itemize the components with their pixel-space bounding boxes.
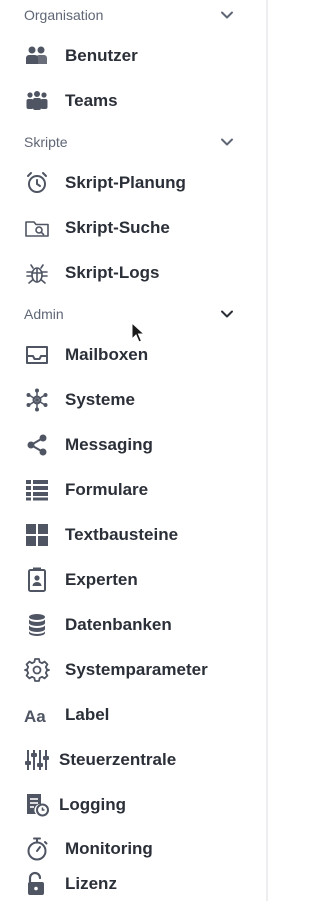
mouse-cursor-icon (131, 322, 145, 344)
sidebar-item-label: Lizenz (65, 874, 117, 893)
sidebar-item-label: Systemparameter (65, 660, 208, 679)
sidebar-item-formulare[interactable]: Formulare (0, 471, 268, 509)
form-list-icon (24, 477, 50, 503)
bug-icon (24, 260, 50, 286)
gear-icon (24, 657, 50, 683)
sidebar-item-messaging[interactable]: Messaging (0, 426, 268, 464)
sidebar-item-steuerzentrale[interactable]: Steuerzentrale (0, 741, 268, 779)
sidebar-item-label: Logging (59, 795, 127, 814)
chevron-down-icon[interactable] (218, 6, 236, 24)
inbox-icon (24, 342, 50, 368)
sidebar-item-label: Benutzer (65, 46, 138, 65)
sidebar-item-label: Systeme (65, 390, 135, 409)
share-icon (24, 432, 50, 458)
sidebar-item-teams[interactable]: Teams (0, 82, 268, 120)
badge-icon (24, 567, 50, 593)
section-title: Skripte (24, 134, 68, 150)
timer-icon (24, 836, 50, 862)
sidebar-item-textbausteine[interactable]: Textbausteine (0, 516, 268, 554)
sidebar-item-label: Experten (65, 570, 138, 589)
sidebar-item-skript-logs[interactable]: Skript-Logs (0, 254, 268, 292)
database-icon (24, 612, 50, 638)
section-title: Admin (24, 306, 64, 322)
sidebar-item-label: Steuerzentrale (59, 750, 177, 769)
sidebar-item-lizenz[interactable]: Lizenz (0, 865, 268, 903)
network-hub-icon (24, 387, 50, 413)
sidebar-navigation: Organisation Benutzer Teams Skripte Skri… (0, 0, 268, 901)
sidebar-item-skript-planung[interactable]: Skript-Planung (0, 164, 268, 202)
folder-search-icon (24, 215, 50, 241)
sidebar-item-label: Textbausteine (65, 525, 179, 544)
sidebar-item-label: Label (65, 705, 110, 724)
alarm-clock-icon (24, 170, 50, 196)
users-icon (24, 43, 50, 69)
sidebar-item-datenbanken[interactable]: Datenbanken (0, 606, 268, 644)
section-header-skripte[interactable]: Skripte (0, 127, 268, 157)
sidebar-item-benutzer[interactable]: Benutzer (0, 37, 268, 75)
sidebar-item-label: Formulare (65, 480, 149, 499)
sidebar-item-monitoring[interactable]: Monitoring (0, 830, 268, 868)
chevron-down-icon[interactable] (218, 133, 236, 151)
section-title: Organisation (24, 7, 104, 23)
text-format-icon: Aa (24, 702, 50, 728)
svg-text:Aa: Aa (24, 707, 46, 726)
section-header-organisation[interactable]: Organisation (0, 0, 268, 30)
sidebar-item-label: Datenbanken (65, 615, 172, 634)
unlock-icon (24, 871, 50, 897)
sliders-icon (24, 747, 50, 773)
chevron-down-icon[interactable] (218, 305, 236, 323)
team-icon (24, 88, 50, 114)
sidebar-item-experten[interactable]: Experten (0, 561, 268, 599)
sidebar-item-label: Skript-Suche (65, 218, 170, 237)
sidebar-item-label: Mailboxen (65, 345, 149, 364)
sidebar-item-label: Skript-Logs (65, 263, 160, 282)
log-file-icon (24, 792, 50, 818)
sidebar-item-label: Skript-Planung (65, 173, 186, 192)
sidebar-item-label: Teams (65, 91, 118, 110)
sidebar-item-label: Messaging (65, 435, 153, 454)
sidebar-item-label-item[interactable]: Aa Label (0, 696, 268, 734)
sidebar-item-logging[interactable]: Logging (0, 786, 268, 824)
sidebar-item-skript-suche[interactable]: Skript-Suche (0, 209, 268, 247)
sidebar-item-systemparameter[interactable]: Systemparameter (0, 651, 268, 689)
sidebar-item-systeme[interactable]: Systeme (0, 381, 268, 419)
grid-blocks-icon (24, 522, 50, 548)
sidebar-item-label: Monitoring (65, 839, 153, 858)
